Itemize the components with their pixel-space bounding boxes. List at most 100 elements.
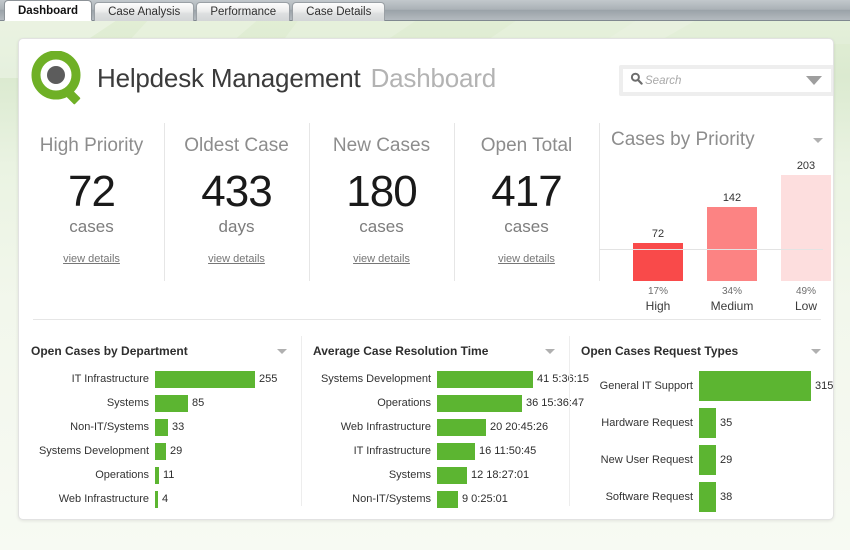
panel-title: Open Cases by Department (31, 344, 188, 358)
chart-bar[interactable] (155, 394, 188, 412)
request-types-bar-chart: General IT Support 315 Hardware Request 35 N… (581, 367, 833, 515)
view-details-link[interactable]: view details (208, 253, 265, 265)
chart-row: Operations 36 15:36:47 (313, 391, 584, 415)
chart-bar[interactable] (699, 407, 716, 438)
view-details-link[interactable]: view details (63, 253, 120, 265)
row-label: Non-IT/Systems (70, 421, 149, 433)
priority-percent: 17% (647, 286, 668, 297)
chart-row: Systems 85 (31, 391, 293, 415)
chart-row: Hardware Request 35 (581, 404, 827, 441)
chart-bar[interactable] (437, 370, 533, 388)
tab-case-analysis[interactable]: Case Analysis (94, 2, 195, 21)
bottom-panels: Open Cases by Department IT Infrastructu… (19, 334, 833, 519)
chart-bar[interactable] (155, 466, 159, 484)
chart-axis-line (599, 249, 823, 250)
row-label: Hardware Request (601, 416, 693, 429)
view-details-link[interactable]: view details (353, 253, 410, 265)
department-bar-chart: IT Infrastructure 255 Systems 85 Non-IT/Syst… (31, 367, 293, 511)
chart-bar[interactable] (155, 442, 166, 460)
chart-bar[interactable] (437, 466, 467, 484)
tab-list: Dashboard Case Analysis Performance Case De… (4, 0, 387, 21)
tab-performance[interactable]: Performance (196, 2, 291, 21)
section-divider (33, 319, 821, 320)
page-title-sub: Dashboard (370, 63, 497, 93)
chart-row: Operations 11 (31, 463, 293, 487)
view-details-link[interactable]: view details (498, 253, 555, 265)
priority-bar[interactable] (707, 207, 757, 281)
priority-category: High (645, 299, 671, 313)
priority-percent: 49% (795, 286, 816, 297)
chart-row: Software Request 38 (581, 478, 827, 515)
priority-percent: 34% (721, 286, 742, 297)
chart-bar[interactable] (699, 481, 716, 512)
kpi-card-high-priority: High Priority 72 cases view details (19, 119, 164, 319)
tab-dashboard[interactable]: Dashboard (4, 0, 93, 21)
bar-value-label: 142 (722, 192, 742, 204)
chart-row: Non-IT/Systems 33 (31, 415, 293, 439)
chart-bar[interactable] (699, 370, 811, 401)
chart-bar[interactable] (437, 442, 475, 460)
bar-value-label: 33 (172, 421, 185, 433)
chart-bar[interactable] (437, 490, 458, 508)
bar-value-label: 38 (720, 490, 733, 503)
priority-axis-label: 17% High (623, 286, 693, 313)
priority-bar[interactable] (781, 175, 831, 281)
priority-category: Low (794, 299, 817, 313)
kpi-unit: days (218, 217, 255, 236)
open-cases-request-types-panel: Open Cases Request Types General IT Supp… (569, 334, 833, 519)
bar-value-label: 9 0:25:01 (462, 493, 508, 505)
chart-bar[interactable] (155, 418, 168, 436)
row-label: New User Request (600, 453, 693, 466)
bar-value-label: 72 (651, 228, 665, 240)
chevron-down-icon[interactable] (545, 348, 555, 354)
average-case-resolution-time-panel: Average Case Resolution Time Systems Dev… (301, 334, 589, 519)
bar-value-label: 12 18:27:01 (471, 469, 530, 481)
kpi-value: 417 (491, 167, 562, 216)
priority-axis-label: 49% Low (771, 286, 833, 313)
search-dropdown-caret-icon[interactable] (806, 76, 822, 85)
open-cases-by-department-panel: Open Cases by Department IT Infrastructu… (19, 334, 301, 519)
kpi-unit: cases (69, 217, 114, 236)
row-label: IT Infrastructure (353, 445, 431, 457)
bar-value-label: 255 (259, 373, 278, 385)
panel-title: Open Cases Request Types (581, 344, 739, 358)
bar-value-label: 4 (162, 493, 169, 505)
chart-bar[interactable] (155, 490, 158, 508)
chevron-down-icon[interactable] (811, 348, 821, 354)
chevron-down-icon[interactable] (813, 137, 823, 143)
chart-bar[interactable] (437, 394, 522, 412)
row-label: Web Infrastructure (340, 421, 431, 433)
kpi-card-new-cases: New Cases 180 cases view details (309, 119, 454, 319)
panel-title: Average Case Resolution Time (313, 344, 489, 358)
bar-value-label: 11 (163, 469, 175, 481)
chart-bar[interactable] (437, 418, 486, 436)
tab-strip: Dashboard Case Analysis Performance Case De… (0, 0, 850, 21)
kpi-unit: cases (359, 217, 404, 236)
bar-value-label: 35 (720, 416, 733, 429)
resolution-time-bar-chart: Systems Development 41 5:36:15 Operations 3… (313, 367, 589, 511)
chart-bar[interactable] (699, 444, 716, 475)
chart-row: Non-IT/Systems 9 0:25:01 (313, 487, 561, 511)
search-icon (630, 72, 643, 90)
kpi-label: New Cases (332, 135, 431, 156)
panel-title: Cases by Priority (611, 129, 755, 150)
page-title: Helpdesk Management Dashboard (97, 63, 496, 94)
search-box (619, 65, 833, 96)
row-label: Software Request (605, 490, 693, 503)
search-input[interactable] (645, 74, 806, 87)
row-label: Operations (95, 469, 149, 481)
chevron-down-icon[interactable] (277, 348, 287, 354)
tab-case-details[interactable]: Case Details (292, 2, 386, 21)
bar-value-label: 29 (720, 453, 733, 466)
chart-row: Systems Development 29 (31, 439, 293, 463)
bar-value-label: 20 20:45:26 (490, 421, 549, 433)
page-title-main: Helpdesk Management (97, 63, 361, 93)
chart-row: IT Infrastructure 16 11:50:45 (313, 439, 561, 463)
chart-row: Web Infrastructure 4 (31, 487, 293, 511)
chart-row: Systems 12 18:27:01 (313, 463, 561, 487)
chart-row: General IT Support 315 (581, 367, 833, 404)
chart-bar[interactable] (155, 370, 255, 388)
row-label: General IT Support (599, 379, 693, 392)
bar-value-label: 29 (170, 445, 183, 457)
row-label: IT Infrastructure (71, 373, 149, 385)
